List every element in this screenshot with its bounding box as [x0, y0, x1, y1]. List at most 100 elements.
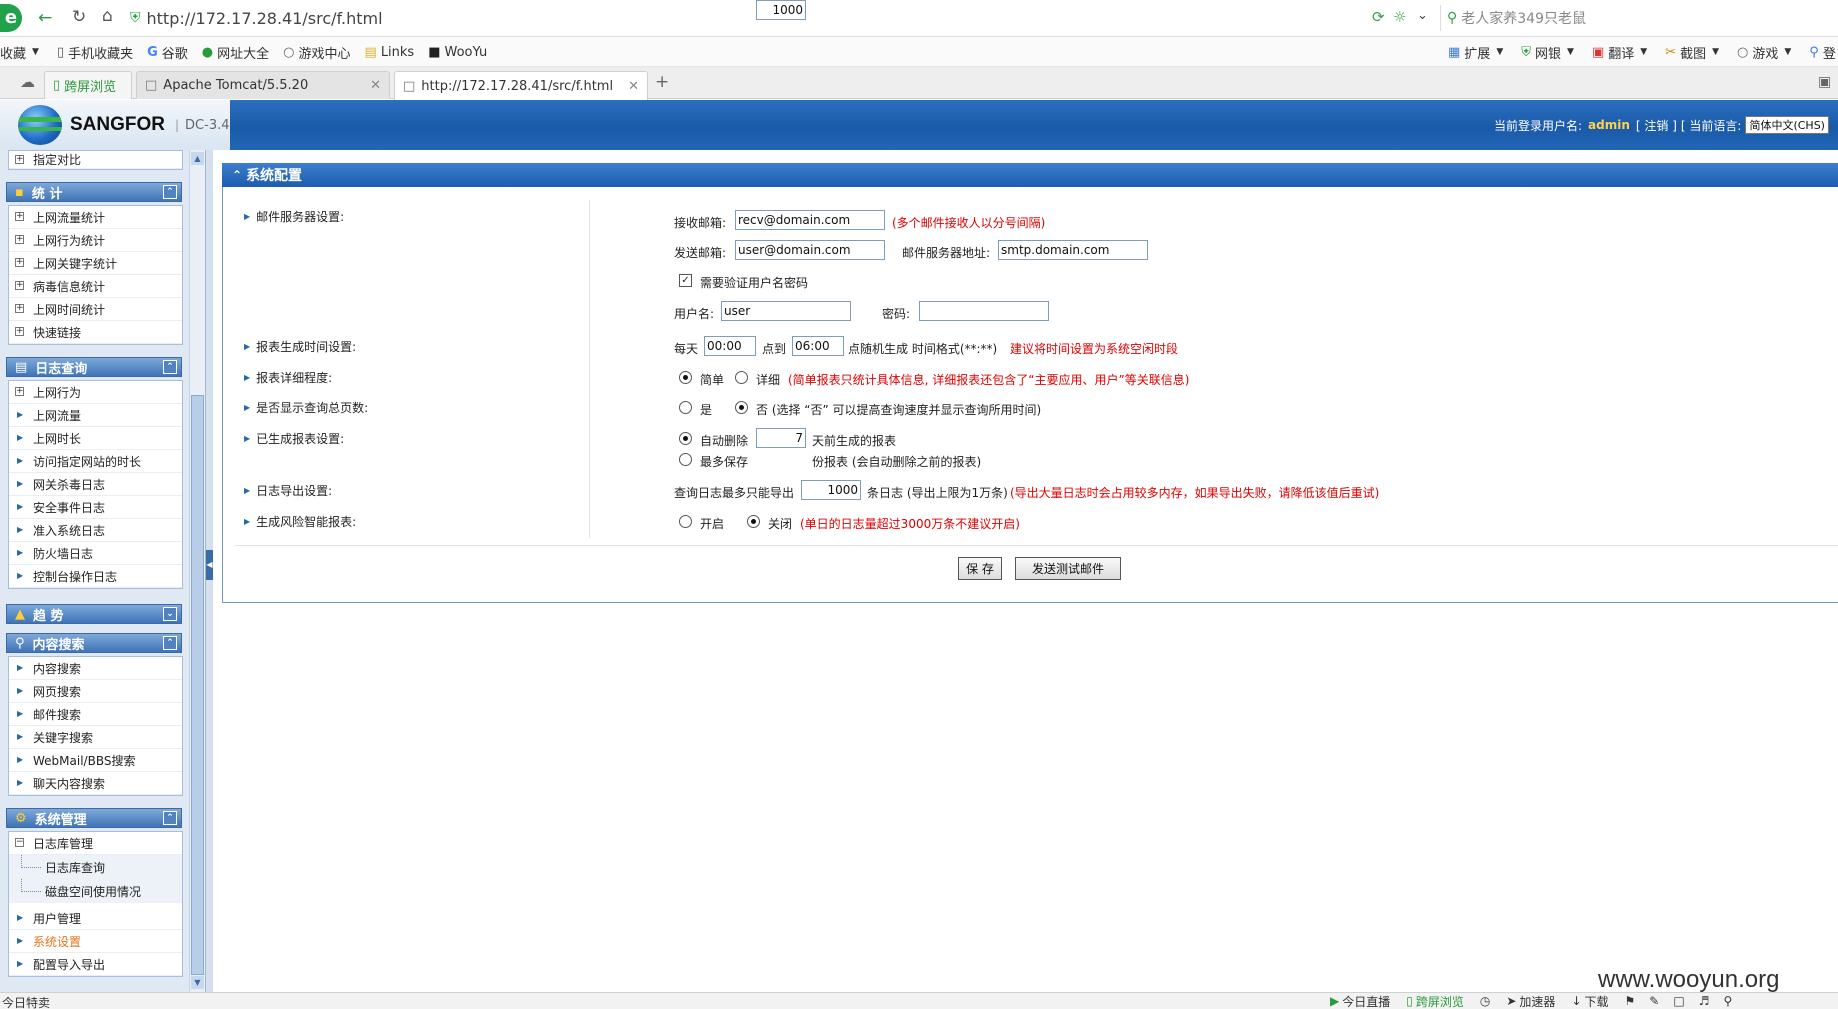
risk-on-radio[interactable]	[679, 515, 692, 528]
sidebar-item-virus-stats[interactable]: + 病毒信息统计	[9, 275, 182, 298]
reload-green-icon[interactable]: ⟳	[1372, 8, 1385, 26]
close-tab-icon[interactable]: ✕	[628, 79, 639, 94]
collapse-icon[interactable]: ⌃	[163, 185, 177, 199]
bookmark-sites[interactable]: ● 网址大全	[202, 43, 269, 62]
restore-icon[interactable]: ▣	[1818, 74, 1831, 90]
sidebar-item-chat-search[interactable]: ▶ 聊天内容搜索	[9, 772, 182, 795]
detail-simple-radio[interactable]	[679, 371, 692, 384]
sidebar-item-site-duration[interactable]: ▶ 访问指定网站的时长	[9, 450, 182, 473]
sidebar-item-config-import-export[interactable]: ▶ 配置导入导出	[9, 953, 182, 976]
report-time-to[interactable]	[792, 336, 844, 356]
tab-current[interactable]: □ http://172.17.28.41/src/f.html ✕	[394, 71, 648, 100]
dropdown-chevron-icon[interactable]: ⌄	[1417, 8, 1428, 23]
bookmark-mobile[interactable]: ▯ 手机收藏夹	[57, 43, 133, 62]
status-cross-screen[interactable]: 跨屏浏览	[1416, 993, 1464, 1009]
status-accelerator[interactable]: 加速器	[1519, 993, 1555, 1009]
sidebar-item-access-log[interactable]: ▶ 准入系统日志	[9, 519, 182, 542]
report-time-from[interactable]	[704, 336, 756, 356]
sidebar-item-traffic[interactable]: ▶ 上网流量	[9, 404, 182, 427]
collapse-icon[interactable]: ⌃	[163, 360, 177, 374]
collapse-icon[interactable]: ⌃	[163, 811, 177, 825]
sidebar-item-behavior-stats[interactable]: + 上网行为统计	[9, 229, 182, 252]
section-stats[interactable]: ▪ 统 计 ⌃	[6, 182, 182, 202]
back-icon[interactable]: ←	[38, 8, 52, 28]
status-deals[interactable]: 今日特卖	[2, 994, 50, 1009]
export-count-input[interactable]	[801, 480, 861, 500]
sidebar-item-webmail-search[interactable]: ▶ WebMail/BBS搜索	[9, 749, 182, 772]
expand-icon[interactable]: ⌄	[163, 607, 177, 621]
sidebar-item-compare[interactable]: + 指定对比	[9, 151, 182, 169]
bookmark-links[interactable]: ▤ Links	[365, 45, 415, 60]
sidebar-item-duration[interactable]: ▶ 上网时长	[9, 427, 182, 450]
sidebar-item-time-stats[interactable]: + 上网时间统计	[9, 298, 182, 321]
bookmark-games[interactable]: ○ 游戏中心	[283, 43, 350, 62]
auth-checkbox[interactable]: ✓	[679, 274, 692, 287]
language-select[interactable]: 简体中文(CHS)	[1745, 116, 1829, 134]
sidebar-item-disk-usage[interactable]: 磁盘空间使用情况	[9, 879, 182, 903]
collapse-icon[interactable]: ⌃	[163, 636, 177, 650]
panel-splitter[interactable]: ◀	[205, 150, 213, 992]
export-prefix: 查询日志最多只能导出	[674, 486, 795, 500]
bookmark-google[interactable]: G 谷歌	[147, 43, 188, 62]
sidebar-item-traffic-stats[interactable]: + 上网流量统计	[9, 206, 182, 229]
home-icon[interactable]: ⌂	[102, 6, 113, 26]
section-system-management[interactable]: ⚙ 系统管理 ⌃	[6, 808, 182, 828]
sidebar-item-security-log[interactable]: ▶ 安全事件日志	[9, 496, 182, 519]
close-tab-icon[interactable]: ✕	[370, 78, 381, 93]
bookmark-wooyun[interactable]: ■ WooYu	[428, 45, 487, 60]
auto-delete-radio[interactable]	[679, 432, 692, 445]
sidebar-item-quick-links[interactable]: + 快速链接	[9, 321, 182, 344]
sidebar-item-user-management[interactable]: ▶ 用户管理	[9, 907, 182, 930]
tab-bar: ☁ ▯ 跨屏浏览 □ Apache Tomcat/5.5.20 ✕ □ http…	[0, 67, 1838, 100]
sidebar-item-system-settings[interactable]: ▶ 系统设置	[9, 930, 182, 953]
tool-translate[interactable]: ▣ 翻译 ▼	[1592, 43, 1651, 62]
detail-full-radio[interactable]	[735, 371, 748, 384]
sidebar-item-web-search[interactable]: ▶ 网页搜索	[9, 680, 182, 703]
sidebar-item-keyword-search[interactable]: ▶ 关键字搜索	[9, 726, 182, 749]
sidebar-item-keyword-stats[interactable]: + 上网关键字统计	[9, 252, 182, 275]
sidebar-item-mail-search[interactable]: ▶ 邮件搜索	[9, 703, 182, 726]
section-log-query[interactable]: ▤ 日志查询 ⌃	[6, 357, 182, 377]
save-button[interactable]: 保 存	[958, 557, 1002, 580]
collapse-arrow-icon[interactable]: ⌃	[232, 168, 242, 182]
cloud-icon[interactable]: ☁	[20, 73, 35, 91]
section-content-search[interactable]: ⚲ 内容搜索 ⌃	[6, 633, 182, 653]
keep-max-input[interactable]	[756, 0, 806, 20]
sidebar-item-logdb[interactable]: − 日志库管理	[9, 832, 182, 855]
recv-mail-input[interactable]	[735, 210, 885, 230]
pages-no-radio[interactable]	[735, 401, 748, 414]
tool-extensions[interactable]: ▦ 扩展 ▼	[1448, 43, 1507, 62]
keep-max-radio[interactable]	[679, 453, 692, 466]
tab-tomcat[interactable]: □ Apache Tomcat/5.5.20 ✕	[136, 71, 390, 99]
security-shield-icon: ⛨	[130, 10, 141, 26]
risk-off-radio[interactable]	[747, 515, 760, 528]
logout-link[interactable]: [ 注销 ]	[1636, 117, 1677, 134]
speed-icon[interactable]: ☼	[1393, 8, 1406, 26]
tool-bank[interactable]: ⛨ 网银 ▼	[1521, 43, 1578, 62]
auto-delete-days-input[interactable]	[756, 428, 806, 448]
sidebar-item-firewall-log[interactable]: ▶ 防火墙日志	[9, 542, 182, 565]
sidebar-item-content-search[interactable]: ▶ 内容搜索	[9, 657, 182, 680]
tool-games[interactable]: ○ 游戏 ▼	[1737, 43, 1795, 62]
tool-login[interactable]: ⚲ 登	[1809, 43, 1836, 62]
sidebar-item-console-log[interactable]: ▶ 控制台操作日志	[9, 565, 182, 588]
sidebar-item-behavior[interactable]: + 上网行为	[9, 381, 182, 404]
refresh-icon[interactable]: ↻	[72, 7, 86, 27]
tool-screenshot[interactable]: ✂ 截图 ▼	[1665, 43, 1723, 62]
search-box[interactable]: ⚲ 老人家养349只老鼠	[1440, 5, 1838, 31]
pages-yes-radio[interactable]	[679, 401, 692, 414]
status-download[interactable]: 下载	[1585, 993, 1609, 1009]
send-test-mail-button[interactable]: 发送测试邮件	[1015, 557, 1121, 580]
bookmark-favorites[interactable]: 收藏 ▼	[0, 43, 43, 62]
new-tab-icon[interactable]: +	[655, 72, 669, 92]
sidebar-item-logdb-query[interactable]: 日志库查询	[9, 855, 182, 879]
mail-server-input[interactable]	[998, 240, 1148, 260]
tab-cross-screen[interactable]: ▯ 跨屏浏览	[44, 71, 132, 99]
password-input[interactable]	[919, 301, 1049, 321]
section-trend[interactable]: ▲ 趋 势 ⌄	[6, 604, 182, 624]
send-mail-input[interactable]	[735, 240, 885, 260]
username-input[interactable]	[721, 301, 851, 321]
status-live[interactable]: 今日直播	[1342, 993, 1390, 1009]
sidebar-scrollbar[interactable]: ▲ ▼	[189, 150, 205, 992]
sidebar-item-av-log[interactable]: ▶ 网关杀毒日志	[9, 473, 182, 496]
